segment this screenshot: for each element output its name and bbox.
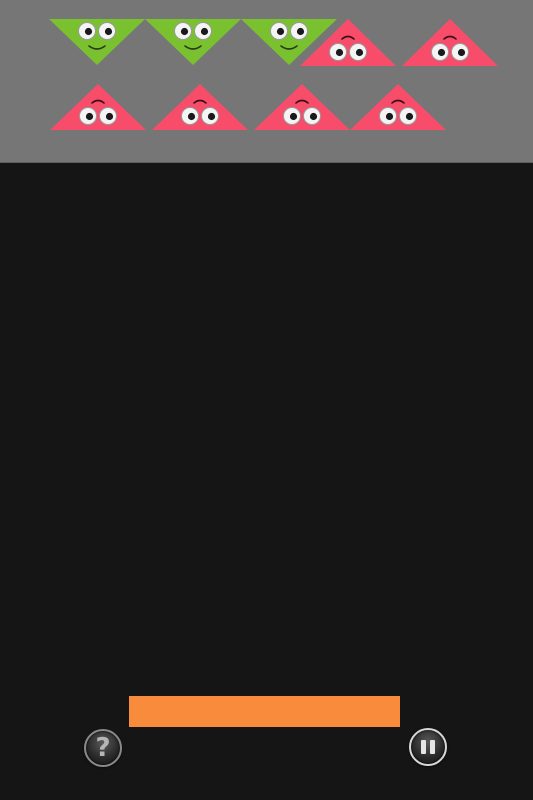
paddle[interactable] xyxy=(129,696,400,727)
pink-triangle-block xyxy=(350,84,446,130)
pink-triangle-block xyxy=(50,84,146,130)
help-button[interactable]: ? xyxy=(84,729,122,767)
pause-icon xyxy=(421,740,435,754)
pink-triangle-block xyxy=(402,19,498,66)
pink-triangle-block xyxy=(254,84,350,130)
question-mark-icon: ? xyxy=(95,733,111,763)
game-field xyxy=(49,19,498,130)
green-triangle-block xyxy=(49,19,145,65)
pause-button[interactable] xyxy=(409,728,447,766)
green-triangle-block xyxy=(145,19,241,65)
pink-triangle-block xyxy=(152,84,248,130)
